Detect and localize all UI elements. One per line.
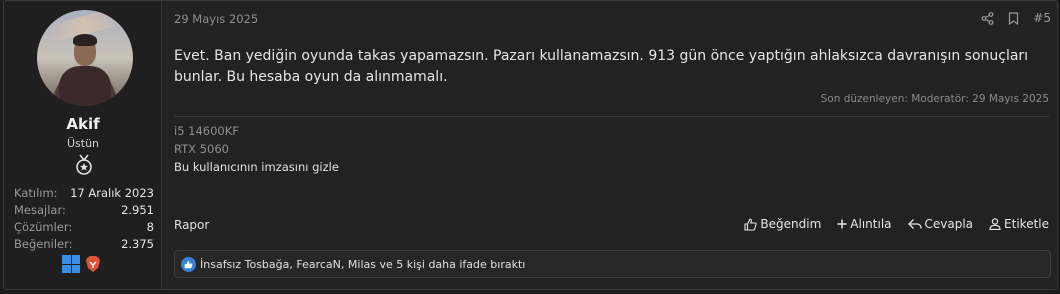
plus-icon (837, 219, 847, 229)
like-label: Beğendim (760, 217, 822, 231)
stat-row: Mesajlar: 2.951 (14, 202, 154, 219)
stat-label: Katılım: (14, 186, 58, 200)
edited-note: Son düzenleyen: Moderatör: 29 Mayıs 2025 (820, 93, 1049, 105)
stat-value: 8 (146, 220, 154, 234)
stat-label[interactable]: Mesajlar: (14, 202, 66, 219)
hide-signature-link[interactable]: Bu kullanıcının imzasını gizle (174, 158, 339, 176)
username[interactable]: Akif (4, 115, 162, 133)
user-title: Üstün (66, 137, 100, 150)
reactions-text[interactable]: İnsafsız Tosbağa, FearcaN, Milas ve 5 ki… (200, 258, 525, 271)
stat-row: Katılım: 17 Aralık 2023 (14, 185, 154, 202)
medal-icon[interactable] (74, 154, 94, 176)
signature-line: RTX 5060 (174, 142, 229, 156)
quote-label: Alıntıla (850, 217, 892, 231)
forum-post: Akif Üstün Katılım: 17 Aralık 2023 Mesaj… (3, 0, 1058, 290)
bookmark-icon[interactable] (1008, 11, 1019, 25)
quote-button[interactable]: Alıntıla (837, 217, 892, 231)
reply-icon (907, 219, 922, 229)
user-badges (62, 255, 102, 273)
signature-divider (174, 116, 1049, 117)
reactions-bar[interactable]: İnsafsız Tosbağa, FearcaN, Milas ve 5 ki… (174, 250, 1051, 278)
windows-icon (62, 255, 80, 273)
brave-icon (86, 256, 100, 272)
signature: i5 14600KF RTX 5060 Bu kullanıcının imza… (174, 122, 339, 176)
share-icon[interactable] (981, 11, 994, 25)
post-number[interactable]: #5 (1033, 11, 1051, 25)
stat-row: Beğeniler: 2.375 (14, 236, 154, 253)
post-top-actions: #5 (981, 11, 1051, 25)
post-message: Evet. Ban yediğin oyunda takas yapamazsı… (174, 48, 1029, 85)
avatar[interactable] (37, 10, 133, 106)
stat-label: Çözümler: (14, 220, 73, 234)
user-icon (989, 218, 1001, 230)
stat-row: Çözümler: 8 (14, 219, 154, 236)
user-panel: Akif Üstün Katılım: 17 Aralık 2023 Mesaj… (4, 1, 162, 289)
tag-label: Etiketle (1004, 217, 1049, 231)
post-actions: Beğendim Alıntıla Cevapla Etiketle (744, 217, 1049, 231)
tag-button[interactable]: Etiketle (989, 217, 1049, 231)
post-content: 29 Mayıs 2025 #5 Evet. Ban yediğin oyund… (162, 1, 1057, 289)
signature-line: i5 14600KF (174, 124, 239, 138)
thumbs-up-icon (744, 218, 758, 231)
like-reaction-icon (181, 256, 196, 272)
reply-label: Cevapla (924, 217, 974, 231)
stat-label: Beğeniler: (14, 237, 73, 251)
report-link[interactable]: Rapor (174, 218, 209, 232)
post-date[interactable]: 29 Mayıs 2025 (174, 12, 258, 26)
stat-value: 17 Aralık 2023 (70, 186, 154, 200)
stat-value[interactable]: 2.951 (121, 202, 154, 219)
like-button[interactable]: Beğendim (744, 217, 821, 231)
user-stats: Katılım: 17 Aralık 2023 Mesajlar: 2.951 … (14, 185, 154, 253)
stat-value: 2.375 (121, 237, 154, 251)
reply-button[interactable]: Cevapla (907, 217, 974, 231)
